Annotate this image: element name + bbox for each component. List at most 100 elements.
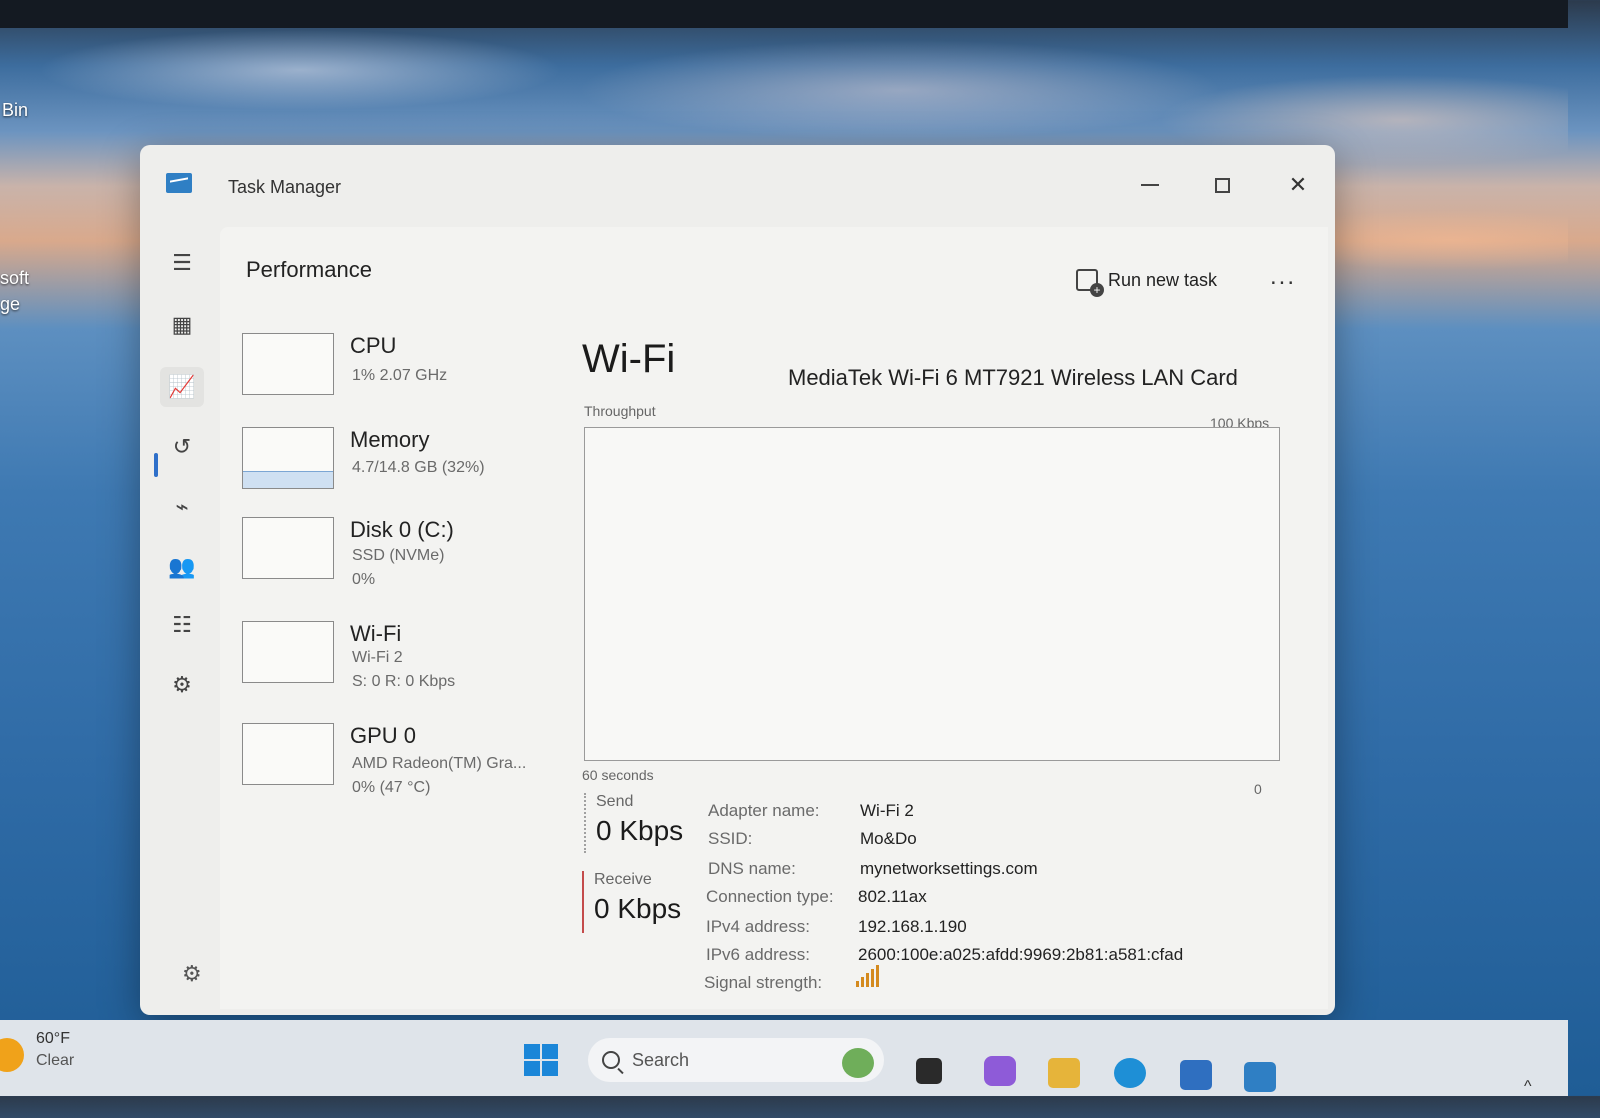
more-options-button[interactable]: ... bbox=[1270, 263, 1296, 291]
resource-detail-2: S: 0 R: 0 Kbps bbox=[352, 673, 456, 690]
hamburger-menu-button[interactable]: ☰ bbox=[160, 243, 204, 283]
nav-rail: ☰ ▦ 📈 ↺ ⌁ 👥 ☷ ⚙ bbox=[140, 225, 218, 1015]
desktop-icon-label-edge[interactable]: soft bbox=[0, 268, 29, 289]
property-key: Adapter name: bbox=[708, 801, 820, 820]
windows-logo-tile bbox=[542, 1061, 558, 1076]
resource-detail: 4.7/14.8 GB (32%) bbox=[352, 459, 485, 476]
weather-temperature[interactable]: 60°F bbox=[36, 1030, 70, 1048]
property-key: DNS name: bbox=[708, 859, 796, 878]
windows-logo-tile bbox=[542, 1044, 558, 1059]
property-key: Connection type: bbox=[706, 887, 834, 906]
globe-icon[interactable] bbox=[842, 1048, 874, 1078]
nav-startup-apps[interactable]: ⌁ bbox=[160, 487, 204, 527]
adapter-description: MediaTek Wi-Fi 6 MT7921 Wireless LAN Car… bbox=[788, 365, 1238, 390]
resource-detail: SSD (NVMe) bbox=[352, 547, 445, 564]
task-manager-taskbar-icon[interactable] bbox=[1244, 1062, 1276, 1092]
resource-wifi[interactable]: Wi-Fi Wi-Fi 2 S: 0 R: 0 Kbps bbox=[242, 621, 562, 707]
send-stat: Send 0 Kbps bbox=[584, 793, 683, 853]
resource-detail: AMD Radeon(TM) Gra... bbox=[352, 755, 527, 772]
detail-title: Wi-Fi bbox=[582, 337, 676, 381]
desktop-icon-label-edge-2[interactable]: ge bbox=[0, 294, 20, 315]
chevron-up-icon[interactable]: ^ bbox=[1524, 1078, 1532, 1096]
resource-memory[interactable]: Memory 4.7/14.8 GB (32%) bbox=[242, 427, 562, 513]
maximize-button[interactable] bbox=[1202, 169, 1242, 201]
run-new-task-button[interactable]: Run new task bbox=[1076, 269, 1218, 297]
weather-moon-icon[interactable] bbox=[0, 1038, 24, 1072]
close-button[interactable]: ✕ bbox=[1278, 169, 1318, 201]
taskbar-search[interactable]: Search bbox=[588, 1038, 884, 1082]
resource-detail: Wi-Fi 2 bbox=[352, 649, 403, 666]
taskbar: 60°F Clear Search ^ bbox=[0, 1020, 1568, 1096]
settings-button[interactable]: ⚙ bbox=[182, 961, 202, 987]
resource-cpu[interactable]: CPU 1% 2.07 GHz bbox=[242, 333, 562, 419]
processes-icon: ▦ bbox=[171, 312, 193, 337]
resource-name: Wi-Fi bbox=[350, 621, 402, 646]
property-key: Signal strength: bbox=[704, 973, 823, 992]
property-value: 2600:100e:a025:afdd:9969:2b81:a581:cfad bbox=[858, 945, 1184, 964]
wifi-mini-graph bbox=[242, 621, 334, 683]
property-key: IPv6 address: bbox=[706, 945, 810, 964]
nav-active-indicator bbox=[154, 453, 158, 477]
copilot-icon[interactable] bbox=[984, 1056, 1016, 1086]
resource-disk[interactable]: Disk 0 (C:) SSD (NVMe) 0% bbox=[242, 517, 562, 603]
page-title: Performance bbox=[246, 257, 372, 282]
details-list-icon: ☷ bbox=[172, 612, 192, 637]
gear-icon: ⚙ bbox=[182, 961, 202, 986]
property-value: Wi-Fi 2 bbox=[860, 801, 914, 820]
property-value: 802.11ax bbox=[858, 887, 927, 906]
task-view-icon[interactable] bbox=[916, 1058, 942, 1084]
close-icon: ✕ bbox=[1288, 172, 1308, 197]
nav-processes[interactable]: ▦ bbox=[160, 305, 204, 345]
graph-zero-label: 0 bbox=[1254, 781, 1262, 797]
maximize-icon bbox=[1214, 177, 1230, 193]
property-value: 192.168.1.190 bbox=[858, 917, 967, 936]
run-task-icon bbox=[1076, 269, 1104, 297]
hamburger-icon: ☰ bbox=[172, 250, 192, 275]
signal-bar bbox=[866, 973, 869, 987]
nav-details[interactable]: ☷ bbox=[160, 605, 204, 645]
resource-gpu[interactable]: GPU 0 AMD Radeon(TM) Gra... 0% (47 °C) bbox=[242, 723, 562, 809]
resource-name: Memory bbox=[350, 427, 430, 452]
weather-condition[interactable]: Clear bbox=[36, 1052, 74, 1070]
throughput-graph bbox=[584, 427, 1280, 761]
search-icon bbox=[602, 1051, 620, 1069]
memory-mini-graph bbox=[242, 427, 334, 489]
minimize-icon bbox=[1141, 184, 1159, 186]
resource-name: Disk 0 (C:) bbox=[350, 517, 454, 542]
nav-app-history[interactable]: ↺ bbox=[160, 427, 204, 467]
property-value: Mo&Do bbox=[860, 829, 917, 848]
windows-logo-tile bbox=[524, 1044, 540, 1059]
startup-icon: ⌁ bbox=[175, 494, 189, 519]
graph-time-label: 60 seconds bbox=[582, 767, 654, 783]
signal-bar bbox=[861, 977, 864, 987]
resource-detail-2: 0% (47 °C) bbox=[352, 779, 431, 796]
nav-performance[interactable]: 📈 bbox=[160, 367, 204, 407]
signal-bar bbox=[856, 981, 859, 987]
users-icon: 👥 bbox=[168, 554, 196, 579]
search-placeholder: Search bbox=[632, 1049, 690, 1070]
desktop-icon-label-recycle-bin[interactable]: Bin bbox=[2, 100, 28, 121]
gpu-mini-graph bbox=[242, 723, 334, 785]
store-icon[interactable] bbox=[1180, 1060, 1212, 1090]
performance-icon: 📈 bbox=[168, 374, 196, 399]
windows-logo-tile bbox=[524, 1061, 540, 1076]
nav-users[interactable]: 👥 bbox=[160, 547, 204, 587]
receive-stat: Receive 0 Kbps bbox=[582, 871, 681, 933]
history-icon: ↺ bbox=[172, 434, 192, 459]
send-label: Send bbox=[596, 793, 634, 810]
signal-strength-icon bbox=[856, 965, 879, 987]
title-bar[interactable]: Task Manager ✕ bbox=[140, 145, 1335, 225]
receive-label: Receive bbox=[594, 871, 652, 888]
resource-detail-2: 0% bbox=[352, 571, 376, 588]
task-manager-window: Task Manager ✕ ☰ ▦ 📈 ↺ ⌁ 👥 ☷ ⚙ Performan… bbox=[140, 145, 1335, 1015]
nav-services[interactable]: ⚙ bbox=[160, 665, 204, 705]
start-button[interactable] bbox=[524, 1044, 558, 1076]
cpu-mini-graph bbox=[242, 333, 334, 395]
run-new-task-label: Run new task bbox=[1108, 269, 1218, 290]
edge-icon[interactable] bbox=[1114, 1058, 1146, 1088]
minimize-button[interactable] bbox=[1130, 169, 1170, 201]
property-key: SSID: bbox=[708, 829, 753, 848]
file-explorer-icon[interactable] bbox=[1048, 1058, 1080, 1088]
services-icon: ⚙ bbox=[172, 672, 192, 697]
signal-bar bbox=[871, 969, 874, 987]
